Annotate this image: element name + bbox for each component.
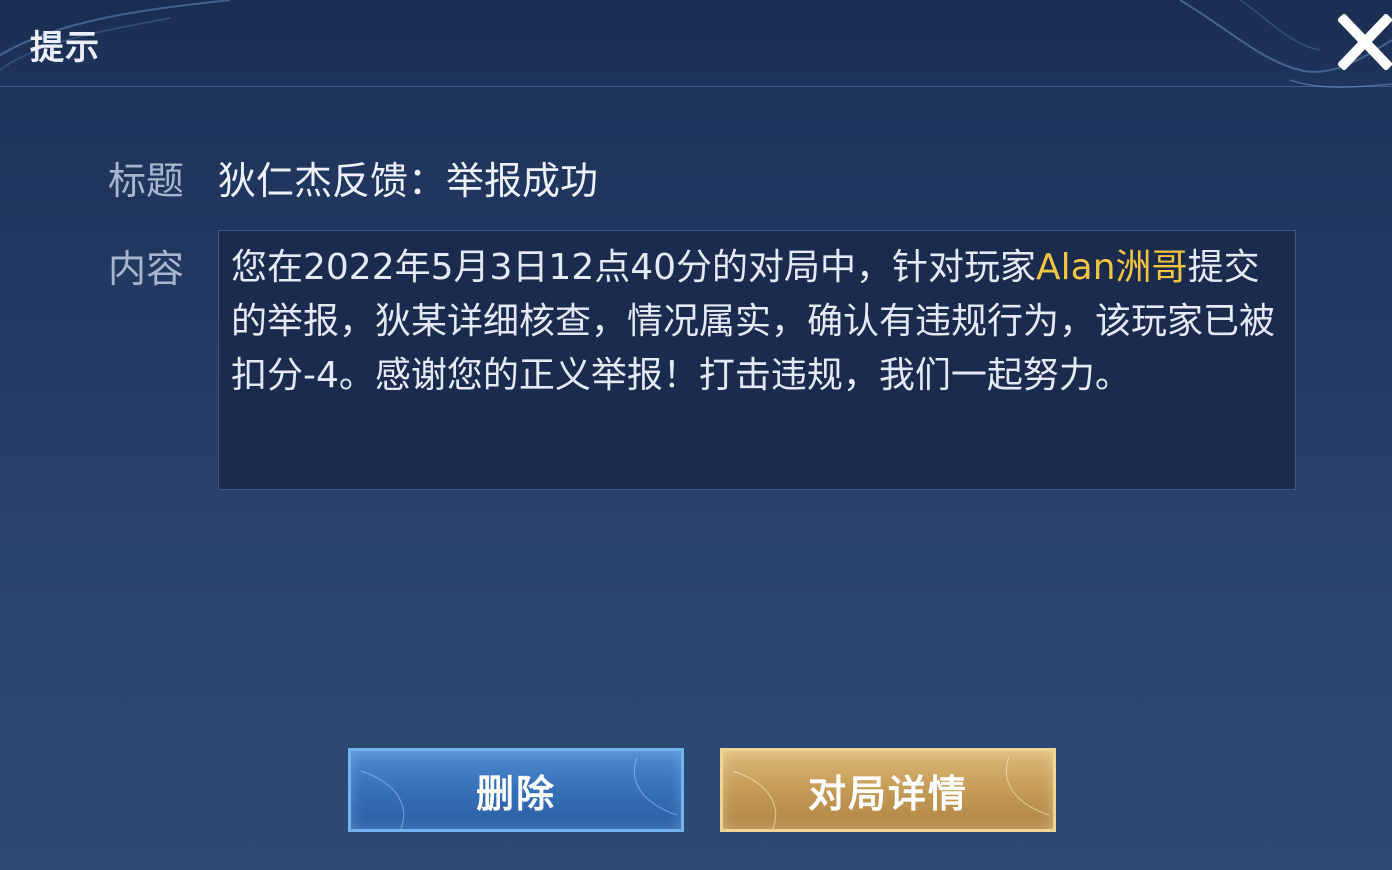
delete-button-label: 删除 [475, 771, 556, 816]
player-name: Alan洲哥 [1036, 247, 1188, 288]
close-button[interactable] [1336, 12, 1392, 72]
dialog-title: 提示 [30, 28, 100, 68]
dialog-header [0, 0, 1392, 87]
match-details-button[interactable]: 对局详情 [720, 748, 1056, 832]
match-details-button-label: 对局详情 [807, 771, 968, 816]
message-content: 您在2022年5月3日12点40分的对局中，针对玩家Alan洲哥提交的举报，狄某… [218, 230, 1296, 490]
delete-button[interactable]: 删除 [348, 748, 684, 832]
close-icon [1336, 12, 1392, 72]
content-label: 内容 [108, 247, 185, 291]
message-subject: 狄仁杰反馈：举报成功 [218, 159, 599, 203]
title-label: 标题 [108, 159, 185, 203]
content-text-before: 您在2022年5月3日12点40分的对局中，针对玩家 [231, 247, 1037, 288]
notification-dialog: 提示 标题 狄仁杰反馈：举报成功 内容 您在2022年5月3日12点40分的对局… [0, 0, 1392, 870]
